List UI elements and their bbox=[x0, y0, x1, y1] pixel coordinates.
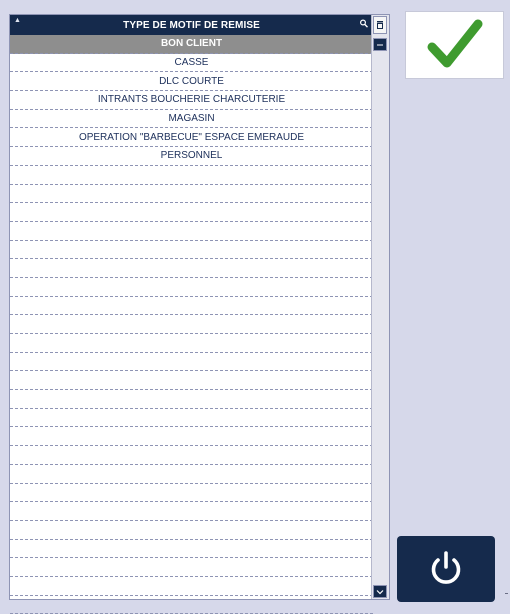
list-item[interactable]: DLC COURTE bbox=[10, 72, 373, 92]
list-item[interactable] bbox=[10, 540, 373, 559]
list-item[interactable] bbox=[10, 241, 373, 260]
power-button[interactable] bbox=[397, 536, 495, 602]
list-header[interactable]: ▲ TYPE DE MOTIF DE REMISE bbox=[10, 15, 373, 35]
confirm-button[interactable] bbox=[405, 11, 504, 79]
list-item[interactable] bbox=[10, 371, 373, 391]
list-item[interactable] bbox=[10, 297, 373, 316]
list-item[interactable]: OPERATION "BARBECUE" ESPACE EMERAUDE bbox=[10, 128, 373, 148]
list-item[interactable] bbox=[10, 465, 373, 484]
list-item[interactable] bbox=[10, 484, 373, 503]
list-item[interactable] bbox=[10, 315, 373, 334]
list-item[interactable] bbox=[10, 390, 373, 409]
chevron-down-icon bbox=[376, 589, 384, 594]
scroll-top-button[interactable] bbox=[373, 16, 387, 34]
list-item[interactable] bbox=[10, 409, 373, 428]
search-icon[interactable] bbox=[359, 18, 369, 30]
list-item[interactable] bbox=[10, 166, 373, 185]
scroll-thumb[interactable] bbox=[373, 38, 387, 51]
list-item[interactable] bbox=[10, 446, 373, 465]
list-item[interactable] bbox=[10, 222, 373, 241]
list-item[interactable] bbox=[10, 427, 373, 447]
list-item[interactable] bbox=[10, 185, 373, 204]
list-item[interactable] bbox=[10, 259, 373, 278]
list-item[interactable]: PERSONNEL bbox=[10, 147, 373, 166]
motif-list: BON CLIENT CASSE DLC COURTE INTRANTS BOUCHE… bbox=[10, 35, 373, 614]
power-icon bbox=[431, 551, 461, 584]
thumb-grip-icon bbox=[377, 44, 383, 45]
list-item[interactable] bbox=[10, 353, 373, 372]
list-item[interactable] bbox=[10, 521, 373, 540]
list-item[interactable] bbox=[10, 596, 373, 614]
list-item[interactable] bbox=[10, 278, 373, 297]
list-item[interactable]: CASSE bbox=[10, 54, 373, 73]
list-item[interactable] bbox=[10, 558, 373, 577]
list-item[interactable]: BON CLIENT bbox=[10, 35, 373, 54]
list-item[interactable]: INTRANTS BOUCHERIE CHARCUTERIE bbox=[10, 91, 373, 110]
list-item[interactable] bbox=[10, 203, 373, 222]
scrollbar[interactable] bbox=[371, 15, 389, 599]
edge-tick bbox=[505, 593, 508, 594]
list-header-title: TYPE DE MOTIF DE REMISE bbox=[123, 19, 260, 31]
list-item[interactable] bbox=[10, 334, 373, 353]
list-item[interactable] bbox=[10, 577, 373, 596]
motif-list-panel: ▲ TYPE DE MOTIF DE REMISE BON CLIENT CASS… bbox=[9, 14, 390, 614]
list-item[interactable] bbox=[10, 502, 373, 521]
scroll-down-button[interactable] bbox=[373, 585, 387, 598]
checkmark-icon bbox=[427, 19, 482, 68]
scroll-top-icon bbox=[377, 21, 383, 29]
sort-arrow-icon[interactable]: ▲ bbox=[14, 17, 21, 24]
list-item[interactable]: MAGASIN bbox=[10, 110, 373, 129]
